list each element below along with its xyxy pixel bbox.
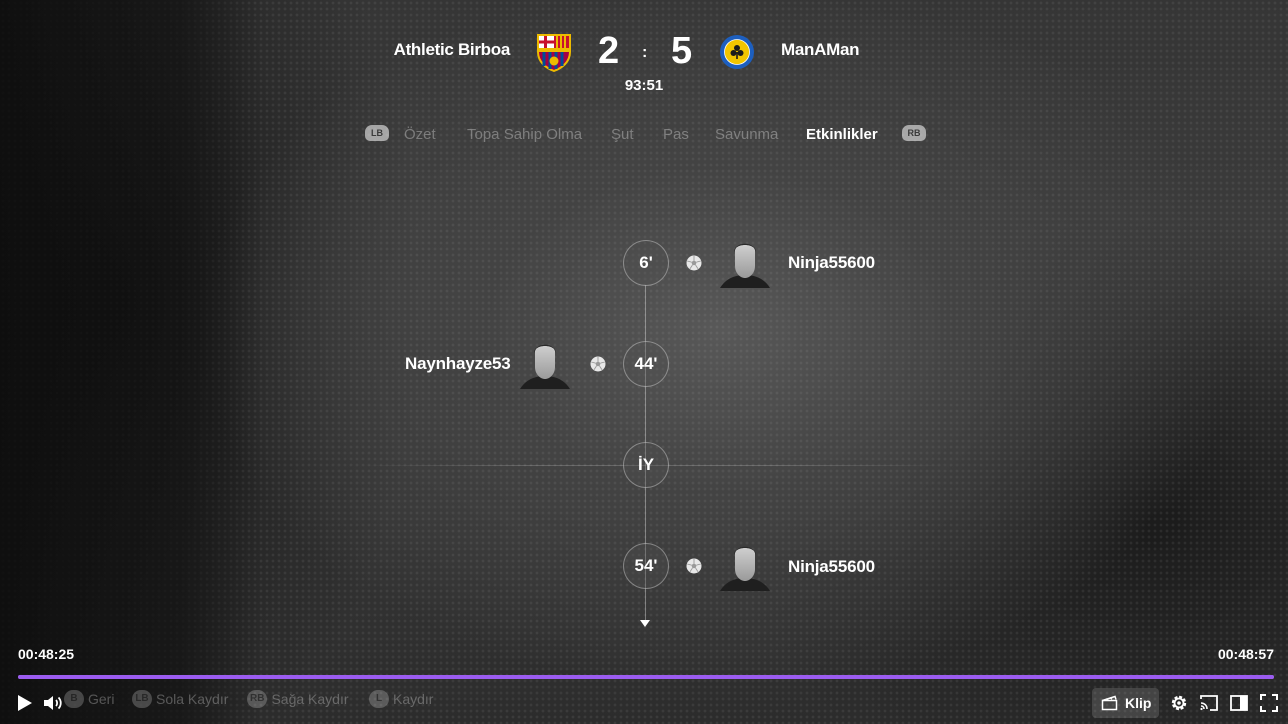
hint-back[interactable]: B Geri bbox=[64, 690, 114, 710]
tab-prev-bumper-hint[interactable]: LB bbox=[365, 125, 389, 141]
hint-scroll[interactable]: L Kaydır bbox=[369, 690, 433, 710]
event-player-name: Naynhayze53 bbox=[405, 354, 511, 373]
hint-key-b: B bbox=[64, 690, 84, 708]
home-team-name: Athletic Birboa bbox=[393, 40, 511, 59]
event-minute: 6' bbox=[623, 240, 669, 286]
settings-icon[interactable] bbox=[1168, 692, 1190, 714]
hint-key-l: L bbox=[369, 690, 389, 708]
seek-bar[interactable] bbox=[18, 675, 1274, 679]
tab-summary[interactable]: Özet bbox=[404, 126, 436, 143]
goal-ball-icon bbox=[590, 356, 606, 372]
fullscreen-icon[interactable] bbox=[1258, 692, 1280, 714]
hint-label: Sağa Kaydır bbox=[271, 691, 349, 707]
volume-icon[interactable] bbox=[42, 692, 64, 714]
away-team-name: ManAMan bbox=[781, 40, 860, 59]
hint-key-rb: RB bbox=[247, 690, 268, 708]
tab-events[interactable]: Etkinlikler bbox=[806, 126, 878, 143]
stats-tab-bar: LB Özet Topa Sahip Olma Şut Pas Savunma … bbox=[0, 120, 1288, 148]
player-avatar bbox=[720, 243, 770, 288]
tab-defense[interactable]: Savunma bbox=[715, 126, 778, 143]
scoreboard: Athletic Birboa 2 : 5 ManAMan 93:51 bbox=[0, 0, 1288, 100]
tab-next-bumper-hint[interactable]: RB bbox=[902, 125, 926, 141]
match-clock: 93:51 bbox=[624, 77, 664, 94]
event-minute: 44' bbox=[623, 341, 669, 387]
tab-possession[interactable]: Topa Sahip Olma bbox=[467, 126, 582, 143]
away-team-crest-icon bbox=[720, 35, 754, 69]
goal-ball-icon bbox=[686, 558, 702, 574]
current-time: 00:48:25 bbox=[18, 646, 75, 662]
tab-passes[interactable]: Pas bbox=[663, 126, 689, 143]
scroll-down-arrow-icon[interactable] bbox=[640, 620, 650, 627]
tab-shots[interactable]: Şut bbox=[611, 126, 634, 143]
player-avatar bbox=[720, 546, 770, 591]
home-score: 2 bbox=[598, 30, 620, 72]
away-score: 5 bbox=[671, 30, 693, 72]
hint-key-lb: LB bbox=[132, 690, 152, 708]
home-team-crest-icon bbox=[537, 34, 571, 72]
event-minute: 54' bbox=[623, 543, 669, 589]
hint-scroll-right[interactable]: RB Sağa Kaydır bbox=[247, 690, 349, 710]
hint-label: Sola Kaydır bbox=[156, 691, 229, 707]
score-separator: : bbox=[642, 44, 648, 61]
event-player-name: Ninja55600 bbox=[788, 253, 875, 272]
player-avatar bbox=[520, 344, 570, 389]
play-icon[interactable] bbox=[13, 692, 35, 714]
seek-bar-progress bbox=[18, 675, 1274, 679]
clip-button-label: Klip bbox=[1125, 695, 1152, 711]
hint-label: Geri bbox=[88, 691, 115, 707]
theater-mode-icon[interactable] bbox=[1228, 692, 1250, 714]
clip-icon bbox=[1101, 695, 1118, 711]
hint-scroll-left[interactable]: LB Sola Kaydır bbox=[132, 690, 228, 710]
clip-button[interactable]: Klip bbox=[1092, 688, 1159, 718]
goal-ball-icon bbox=[686, 255, 702, 271]
hint-label: Kaydır bbox=[393, 691, 434, 707]
event-player-name: Ninja55600 bbox=[788, 557, 875, 576]
half-time-marker: İY bbox=[623, 442, 669, 488]
cast-icon[interactable] bbox=[1198, 692, 1220, 714]
total-time: 00:48:57 bbox=[1217, 646, 1274, 662]
